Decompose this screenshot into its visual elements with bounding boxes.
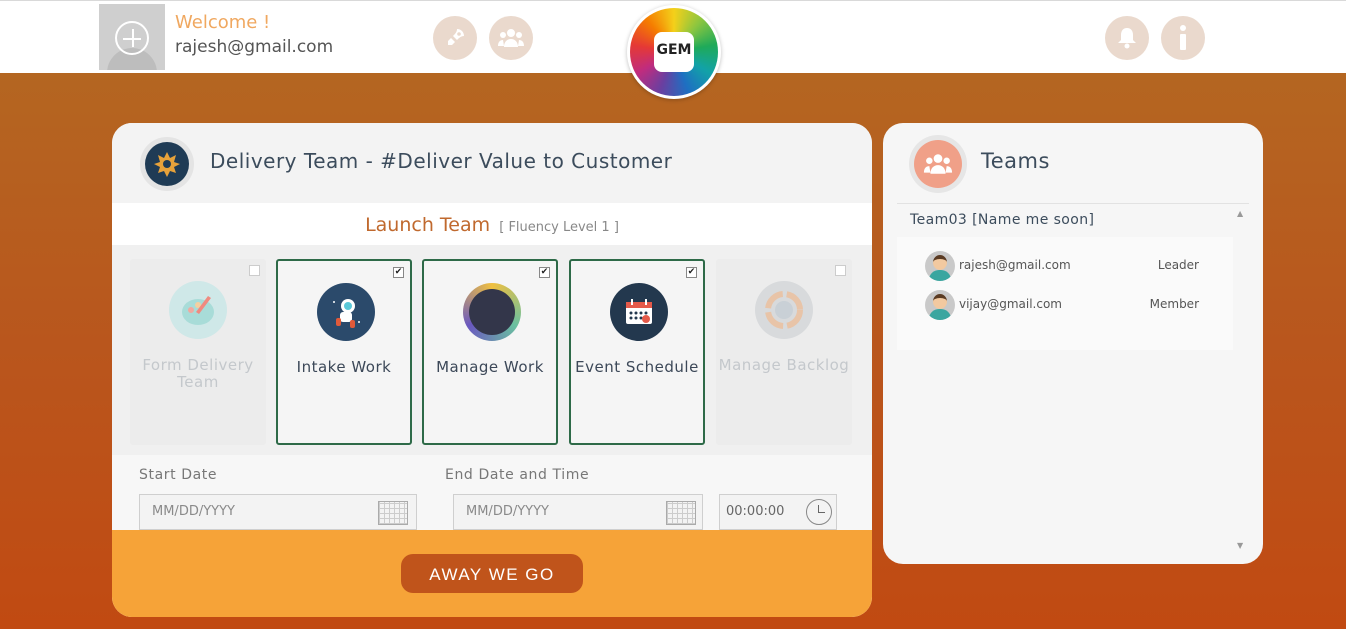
member-email: rajesh@gmail.com (959, 258, 1071, 272)
cycle-icon (755, 281, 813, 339)
end-date-label: End Date and Time (445, 467, 590, 483)
avatar (925, 251, 955, 281)
team-icon (923, 154, 953, 174)
teams-badge (909, 135, 967, 193)
start-date-input[interactable]: MM/DD/YYYY (139, 494, 417, 530)
fluency-level: [ Fluency Level 1 ] (499, 220, 619, 235)
palette-icon (169, 281, 227, 339)
bell-icon (1118, 28, 1136, 49)
rocket-button[interactable] (433, 16, 477, 60)
member-role: Member (1149, 297, 1199, 311)
tile-event-schedule[interactable]: ✔ Event Schedule (569, 259, 705, 445)
tile-label: Event Schedule (575, 358, 699, 376)
launch-steps: Form Delivery Team ✔ Intake Work ✔ Manag… (112, 245, 872, 455)
member-list: rajesh@gmail.com Leader vijay@gmail.com … (897, 237, 1233, 350)
welcome-text: Welcome ! (175, 12, 271, 33)
launch-team-heading: Launch Team [ Fluency Level 1 ] (112, 203, 872, 245)
scroll-up-icon[interactable]: ▲ (1237, 209, 1243, 218)
tile-intake-work[interactable]: ✔ Intake Work (276, 259, 412, 445)
team-name[interactable]: Team03 [Name me soon] (910, 212, 1094, 228)
clock-icon[interactable] (806, 499, 832, 525)
info-button[interactable] (1161, 16, 1205, 60)
card-title: Delivery Team - #Deliver Value to Custom… (210, 149, 673, 173)
teams-header: Teams (883, 123, 1263, 203)
scroll-down-icon[interactable]: ▼ (1237, 541, 1243, 550)
user-email: rajesh@gmail.com (175, 37, 334, 57)
info-icon (1180, 25, 1186, 50)
gem-logo: GEM (627, 5, 721, 99)
member-role: Leader (1157, 258, 1199, 272)
tile-checkbox (835, 265, 846, 276)
list-item[interactable]: vijay@gmail.com Member (925, 290, 1225, 320)
calendar-picker-icon[interactable] (666, 501, 696, 525)
profile-avatar-upload[interactable] (99, 4, 165, 70)
list-item[interactable]: rajesh@gmail.com Leader (925, 251, 1225, 281)
card-footer: AWAY WE GO (112, 530, 872, 617)
card-header: Delivery Team - #Deliver Value to Custom… (112, 123, 872, 203)
tile-checkbox[interactable]: ✔ (686, 267, 697, 278)
launch-title: Launch Team (365, 214, 491, 236)
notifications-button[interactable] (1105, 16, 1149, 60)
tile-label: Manage Work (436, 358, 544, 376)
tile-label: Form Delivery Team (142, 356, 254, 391)
end-date-input[interactable]: MM/DD/YYYY (453, 494, 703, 530)
tile-form-delivery-team: Form Delivery Team (130, 259, 266, 445)
tile-manage-backlog: Manage Backlog (716, 259, 852, 445)
team-logo (140, 137, 194, 191)
add-photo-icon (115, 21, 149, 55)
tile-label: Manage Backlog (718, 356, 850, 374)
tile-checkbox (249, 265, 260, 276)
top-bar: Welcome ! rajesh@gmail.com GEM (0, 0, 1346, 99)
rocket-icon (448, 29, 464, 45)
logo-text: GEM (656, 42, 692, 58)
calendar-icon (610, 283, 668, 341)
tile-manage-work[interactable]: ✔ Manage Work (422, 259, 558, 445)
portal-icon (463, 283, 521, 341)
team-emblem-icon (154, 152, 180, 177)
tile-checkbox[interactable]: ✔ (393, 267, 404, 278)
member-email: vijay@gmail.com (959, 297, 1062, 311)
teams-panel: Teams ▲ Team03 [Name me soon] rajesh@gma… (883, 123, 1263, 564)
teams-button[interactable] (489, 16, 533, 60)
delivery-team-card: Delivery Team - #Deliver Value to Custom… (112, 123, 872, 617)
start-date-label: Start Date (139, 467, 218, 483)
tile-checkbox[interactable]: ✔ (539, 267, 550, 278)
avatar (925, 290, 955, 320)
team-icon (498, 29, 524, 47)
tile-label: Intake Work (296, 358, 392, 376)
away-we-go-button[interactable]: AWAY WE GO (401, 554, 583, 593)
calendar-picker-icon[interactable] (378, 501, 408, 525)
astronaut-icon (317, 283, 375, 341)
divider (897, 203, 1249, 204)
end-time-input[interactable]: 00:00:00 (719, 494, 837, 530)
teams-title: Teams (981, 149, 1050, 173)
